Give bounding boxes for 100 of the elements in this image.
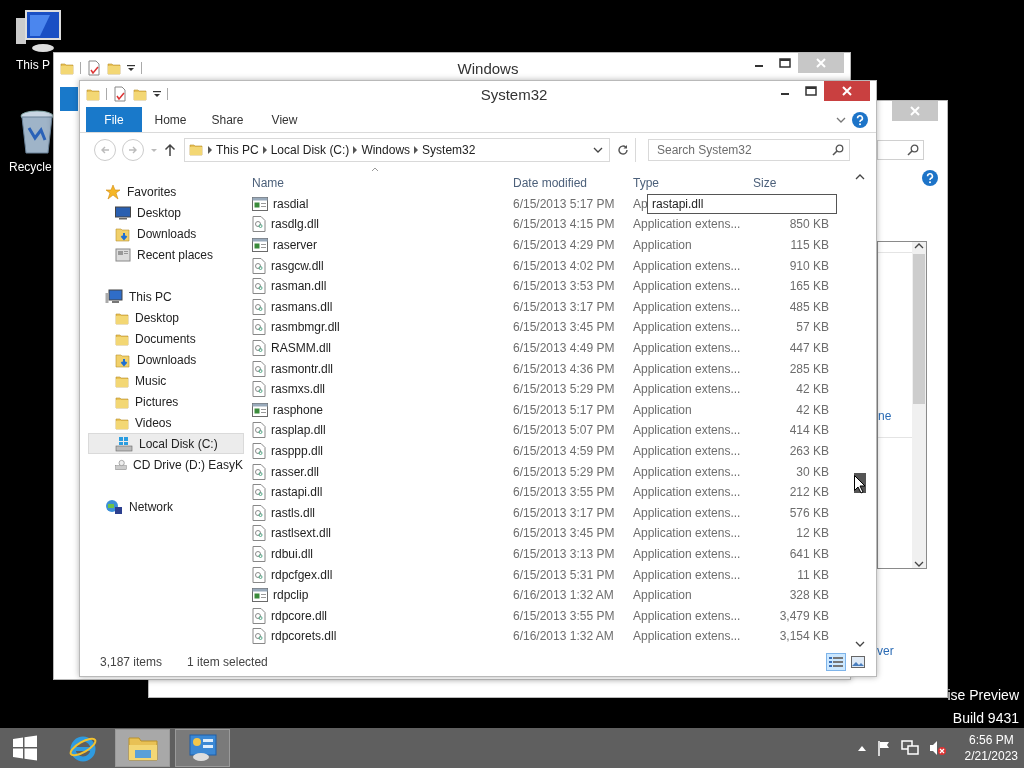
nav-item[interactable]: Local Disk (C:) (88, 433, 244, 454)
file-name[interactable]: rdbui.dll (271, 547, 314, 561)
file-name[interactable]: rasplap.dll (271, 423, 326, 438)
link[interactable]: ver (877, 644, 894, 658)
breadcrumb-arrow-icon[interactable] (261, 146, 268, 154)
large-icons-view-button[interactable] (848, 653, 868, 671)
breadcrumb[interactable]: This PC (213, 143, 262, 157)
nav-item[interactable]: Desktop (88, 307, 244, 328)
search-field[interactable]: Search System32 (648, 139, 850, 161)
ribbon-tab[interactable]: Share (199, 107, 256, 132)
desktop-icon-label[interactable]: This P (16, 58, 50, 72)
file-name[interactable]: rasmxs.dll (271, 382, 325, 397)
properties-icon[interactable] (87, 60, 101, 76)
close-button[interactable] (824, 81, 870, 101)
search-icon[interactable] (832, 144, 844, 156)
date-cell: 6/15/2013 4:02 PM (513, 258, 615, 273)
nav-item[interactable]: Documents (88, 328, 244, 349)
column-header[interactable]: Type (629, 173, 749, 194)
nav-item[interactable]: Favorites (88, 181, 244, 202)
chevron-down-icon[interactable] (836, 115, 846, 124)
file-tab[interactable]: File (86, 107, 142, 132)
flag-icon[interactable] (876, 740, 891, 756)
show-hidden-icons-icon[interactable] (856, 744, 867, 752)
chevron-up-icon[interactable] (914, 242, 924, 250)
breadcrumb-arrow-icon[interactable] (352, 146, 359, 154)
file-name[interactable]: rdpcorets.dll (271, 629, 337, 644)
file-name[interactable]: rasdial (273, 196, 309, 211)
details-list-icon (829, 656, 843, 668)
nav-item[interactable]: CD Drive (D:) EasyK (88, 454, 244, 475)
breadcrumb-arrow-icon[interactable] (207, 146, 213, 154)
file-name[interactable]: rdpcore.dll (271, 608, 328, 623)
chevron-down-icon[interactable] (855, 640, 865, 648)
network-icon[interactable] (900, 740, 919, 756)
properties-icon[interactable] (113, 86, 127, 102)
file-name[interactable]: rasmontr.dll (271, 361, 334, 376)
file-name[interactable]: rasdlg.dll (271, 217, 320, 232)
ribbon-tab[interactable]: View (256, 107, 313, 132)
dll-file-icon (252, 443, 266, 459)
scrollbar[interactable] (912, 242, 926, 568)
column-header[interactable]: Name (248, 173, 509, 194)
ribbon-tab[interactable]: Home (142, 107, 199, 132)
nav-item[interactable]: Downloads (88, 223, 244, 244)
dll-file-icon (252, 422, 266, 439)
chevron-down-icon[interactable] (914, 560, 924, 568)
clock[interactable]: 6:56 PM 2/21/2023 (964, 733, 1018, 763)
breadcrumb[interactable]: Local Disk (C:) (267, 143, 353, 157)
file-name[interactable]: rastls.dll (271, 505, 315, 520)
dll-file-icon (252, 298, 266, 315)
nav-item[interactable]: Videos (88, 412, 244, 433)
rename-field[interactable]: rastapi.dll (647, 193, 837, 214)
column-header[interactable]: Size (749, 173, 829, 194)
breadcrumb[interactable]: Windows (358, 143, 414, 157)
nav-item[interactable]: This PC (88, 286, 244, 307)
nav-item[interactable]: Music (88, 370, 244, 391)
recycle-bin-icon[interactable] (19, 110, 55, 156)
desktop-icon-label[interactable]: Recycle (9, 160, 52, 174)
chevron-up-icon[interactable] (855, 173, 865, 181)
file-name[interactable]: rdpcfgex.dll (271, 567, 333, 582)
help-icon[interactable] (852, 111, 868, 128)
size-cell: 576 KB (789, 505, 829, 520)
link[interactable]: ne (878, 409, 912, 423)
file-name[interactable]: rasgcw.dll (271, 258, 324, 273)
scrollbar-thumb[interactable] (913, 254, 925, 404)
file-name[interactable]: RASMM.dll (271, 341, 331, 356)
file-name[interactable]: rdpclip (273, 588, 309, 603)
up-arrow-icon[interactable] (164, 143, 176, 157)
nav-item[interactable]: Pictures (88, 391, 244, 412)
nav-item[interactable]: Network (88, 496, 244, 517)
nav-item[interactable]: Downloads (88, 349, 244, 370)
file-name[interactable]: rasmbmgr.dll (271, 320, 340, 335)
computer-icon[interactable] (16, 10, 62, 54)
type-cell: Application extens... (633, 361, 741, 376)
chevron-down-icon[interactable] (593, 146, 603, 154)
search-icon[interactable] (907, 144, 919, 156)
folder-icon (189, 141, 203, 156)
breadcrumb-arrow-icon[interactable] (413, 146, 420, 154)
muted-speaker-icon[interactable] (928, 740, 947, 756)
nav-item[interactable]: Desktop (88, 202, 244, 223)
help-icon[interactable] (922, 170, 938, 186)
taskbar-button[interactable] (175, 729, 230, 767)
dropdown-icon[interactable] (127, 64, 135, 72)
file-name[interactable]: rasser.dll (271, 464, 320, 479)
type-cell: Application extens... (633, 547, 741, 561)
window-title: System32 (479, 85, 549, 103)
date-cell: 6/15/2013 3:55 PM (513, 485, 615, 500)
file-name[interactable]: rasmans.dll (271, 299, 333, 314)
file-name[interactable]: rasphone (273, 402, 324, 417)
column-header[interactable]: Date modified (509, 173, 629, 194)
nav-item[interactable]: Recent places (88, 244, 244, 265)
file-name[interactable]: rasman.dll (271, 279, 327, 294)
file-name[interactable]: raserver (273, 238, 317, 253)
file-name[interactable]: rastapi.dll (271, 485, 323, 500)
file-name[interactable]: rasppp.dll (271, 444, 324, 458)
folder-icon (115, 331, 129, 346)
search-field[interactable] (877, 140, 924, 160)
address-bar[interactable]: This PC Local Disk (C:) Windows System32 (184, 138, 636, 162)
dropdown-icon[interactable] (153, 90, 161, 98)
file-name[interactable]: rastlsext.dll (271, 526, 332, 541)
breadcrumb[interactable]: System32 (419, 143, 479, 157)
details-view-button[interactable] (826, 653, 846, 671)
